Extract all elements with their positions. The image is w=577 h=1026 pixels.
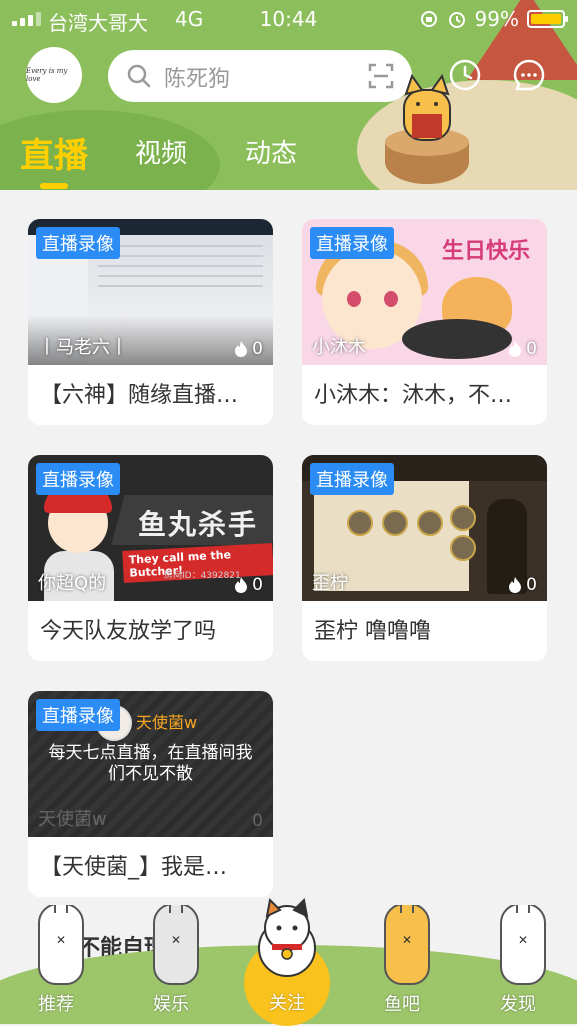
flame-icon	[235, 577, 248, 593]
stream-thumbnail: 直播录像 丨马老六丨 0	[28, 219, 273, 365]
flame-icon	[235, 341, 248, 357]
stream-thumbnail: 生日快乐 直播录像 小沐木 0	[302, 219, 547, 365]
replay-badge: 直播录像	[36, 699, 120, 731]
heat-value: 0	[252, 575, 263, 595]
heat-count: 0	[234, 339, 263, 359]
cat-icon: ✕	[384, 905, 430, 985]
nav-label: 鱼吧	[384, 994, 420, 1015]
replay-badge: 直播录像	[310, 227, 394, 259]
avatar-text: Every is my love	[26, 67, 68, 83]
stream-card[interactable]: 天使菌w 每天七点直播，在直播间我们不见不散 天使菌w 0 直播录像 【天使菌_…	[28, 691, 273, 897]
stream-card[interactable]: 直播录像 丨马老六丨 0 【六神】随缘直播…	[28, 219, 273, 425]
stream-title: 歪柠 噜噜噜	[314, 619, 431, 644]
heat-value: 0	[526, 339, 537, 359]
replay-badge: 直播录像	[310, 463, 394, 495]
search-icon	[127, 64, 151, 88]
cat-icon: ✕	[38, 905, 84, 985]
stream-title: 小沐木：沐木，不…	[314, 383, 513, 408]
streamer-name: 歪柠	[312, 573, 348, 594]
heat-count: 0	[508, 339, 537, 359]
thumbnail-message: 每天七点直播，在直播间我们不见不散	[48, 743, 253, 784]
search-placeholder: 陈死狗	[164, 67, 231, 92]
cat-icon: ✕	[500, 905, 546, 985]
replay-badge: 直播录像	[36, 227, 120, 259]
nav-label: 推荐	[38, 994, 74, 1015]
thumbnail-username: 天使菌w	[136, 713, 198, 732]
active-tab-indicator	[40, 183, 68, 189]
streamer-name: 天使菌w	[38, 809, 107, 830]
nav-recommend[interactable]: ✕ 推荐	[16, 905, 96, 1024]
flame-icon	[509, 341, 522, 357]
streamer-name: 丨马老六丨	[38, 337, 128, 358]
stream-card[interactable]: 生日快乐 直播录像 小沐木 0 小沐木：沐木，不…	[302, 219, 547, 425]
tab-feed[interactable]: 动态	[245, 133, 297, 170]
heat-value: 0	[526, 575, 537, 595]
replay-badge: 直播录像	[36, 463, 120, 495]
heat-value: 0	[252, 811, 263, 831]
nav-label: 发现	[500, 994, 536, 1015]
nav-label: 娱乐	[153, 994, 189, 1015]
stream-thumbnail: 鱼丸杀手 They call me the Butcher! 房间ID：4392…	[28, 455, 273, 601]
battery-percent: 99%	[474, 7, 519, 31]
tab-bar: 直播 视频 动态	[0, 125, 577, 190]
stream-title: 今天队友放学了吗	[40, 619, 217, 644]
nav-fishbar[interactable]: ✕ 鱼吧	[362, 905, 442, 1024]
thumbnail-text: 鱼丸杀手	[138, 508, 259, 541]
stream-thumbnail: 天使菌w 每天七点直播，在直播间我们不见不散 天使菌w 0 直播录像	[28, 691, 273, 837]
battery-icon	[527, 10, 568, 28]
stream-card[interactable]: 鱼丸杀手 They call me the Butcher! 房间ID：4392…	[28, 455, 273, 661]
stream-title: 【六神】随缘直播…	[40, 383, 239, 408]
rotation-lock-icon	[420, 11, 437, 27]
lucky-cat-icon	[258, 898, 316, 977]
tab-live[interactable]: 直播	[20, 128, 88, 177]
status-bar: 台湾大哥大 4G 10:44 99%	[0, 0, 577, 38]
stream-card[interactable]: 直播录像 歪柠 0 歪柠 噜噜噜	[302, 455, 547, 661]
cat-icon: ✕	[153, 905, 199, 985]
stream-thumbnail: 直播录像 歪柠 0	[302, 455, 547, 601]
flame-icon	[509, 577, 522, 593]
thumbnail-room-id: 房间ID：4392821	[164, 571, 241, 581]
search-bar[interactable]: 陈死狗	[108, 50, 412, 102]
streamer-name: 小沐木	[312, 337, 366, 358]
heat-value: 0	[252, 339, 263, 359]
nav-label: 关注	[269, 993, 305, 1014]
avatar[interactable]: Every is my love	[26, 47, 82, 103]
alarm-icon	[448, 12, 465, 28]
message-icon[interactable]	[512, 58, 546, 92]
nav-discover[interactable]: ✕ 发现	[478, 905, 558, 1024]
heat-count: 0	[508, 575, 537, 595]
streamer-name: 你超Q的	[38, 573, 107, 594]
tab-video[interactable]: 视频	[135, 133, 187, 170]
heat-count: 0	[234, 575, 263, 595]
header: 台湾大哥大 4G 10:44 99% Every is my love 陈死狗	[0, 0, 577, 190]
nav-entertainment[interactable]: ✕ 娱乐	[131, 905, 211, 1024]
stream-title: 【天使菌_】我是…	[40, 855, 228, 880]
thumbnail-text: 生日快乐	[442, 239, 531, 264]
